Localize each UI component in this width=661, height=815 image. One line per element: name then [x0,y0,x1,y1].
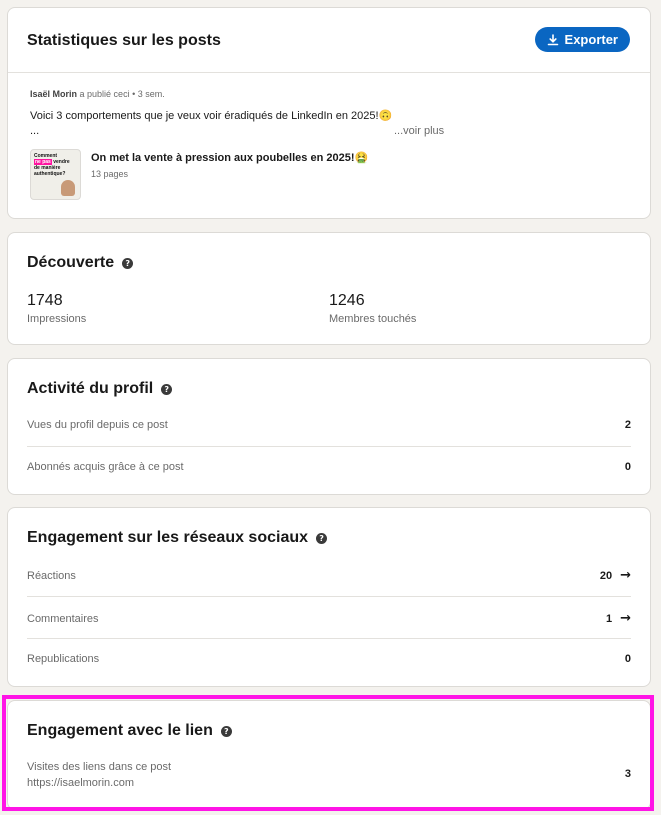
document-title[interactable]: On met la vente à pression aux poubelles… [91,151,368,164]
post-action: a publié ceci [79,89,130,99]
row-label: Vues du profil depuis ce post [27,419,168,431]
arrow-right-icon[interactable]: → [620,568,631,583]
impressions-label: Impressions [27,313,87,325]
members-value: 1246 [329,292,365,309]
discovery-title: Découverte ? [27,254,134,272]
post-ellipsis: ... [30,125,40,137]
post-text: Voici 3 comportements que je veux voir é… [30,110,393,122]
profile-activity-card: Activité du profil ? Vues du profil depu… [7,358,651,495]
social-engagement-title: Engagement sur les réseaux sociaux ? [27,529,328,547]
help-icon[interactable]: ? [161,383,173,395]
document-pages: 13 pages [91,169,129,179]
help-icon[interactable]: ? [122,257,134,269]
row-divider [27,638,631,639]
thumb-avatar [61,180,75,196]
row-label: Republications [27,653,100,665]
row-value: 1 [605,612,613,625]
reactions-row[interactable]: Réactions 20 → [27,568,631,583]
row-value: 2 [624,419,631,431]
row-value: 0 [624,653,631,665]
reposts-row: Republications 0 [27,653,631,665]
followers-gained-row: Abonnés acquis grâce à ce post 0 [27,461,631,473]
post-time: 3 sem. [137,89,165,99]
discovery-card: Découverte ? 1748 Impressions 1246 Membr… [7,232,651,345]
highlight-outline [2,695,654,811]
profile-views-row: Vues du profil depuis ce post 2 [27,419,631,431]
export-label: Exporter [564,32,618,47]
comments-row[interactable]: Commentaires 1 → [27,611,631,626]
row-value: 20 [599,569,613,582]
help-icon[interactable]: ? [316,532,328,544]
row-label: Abonnés acquis grâce à ce post [27,461,184,473]
row-divider [27,596,631,597]
download-icon [547,33,558,45]
thumb-line5: authentique? [34,171,66,177]
social-engagement-card: Engagement sur les réseaux sociaux ? Réa… [7,507,651,687]
impressions-value: 1748 [27,292,63,309]
arrow-right-icon[interactable]: → [620,611,631,626]
row-label: Réactions [27,569,76,582]
see-more-link[interactable]: ...voir plus [394,125,444,137]
members-label: Membres touchés [329,313,417,325]
export-button[interactable]: Exporter [534,27,630,52]
row-label: Commentaires [27,612,99,625]
post-author[interactable]: Isaël Morin [30,89,77,99]
page-title: Statistiques sur les posts [27,32,221,49]
document-thumbnail[interactable]: Comment ne pas vendre de manière authent… [30,149,81,200]
row-divider [27,446,631,447]
post-meta: Isaël Morin a publié ceci • 3 sem. [30,89,165,99]
header-divider [8,72,650,73]
row-value: 0 [624,461,631,473]
post-stats-header-card: Statistiques sur les posts Exporter Isaë… [7,7,651,219]
profile-activity-title: Activité du profil ? [27,380,173,398]
